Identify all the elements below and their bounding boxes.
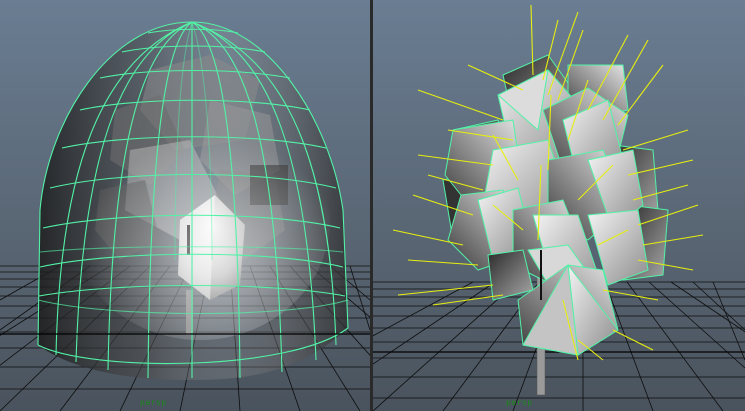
viewport-left-canvas[interactable]: [0, 0, 370, 411]
viewport-right[interactable]: persp: [373, 0, 745, 411]
camera-label: persp: [506, 398, 533, 407]
viewport-right-canvas[interactable]: [373, 0, 745, 411]
viewport-left[interactable]: persp: [0, 0, 370, 411]
camera-label: persp: [140, 398, 167, 407]
maya-viewport-panel: persp persp: [0, 0, 745, 411]
